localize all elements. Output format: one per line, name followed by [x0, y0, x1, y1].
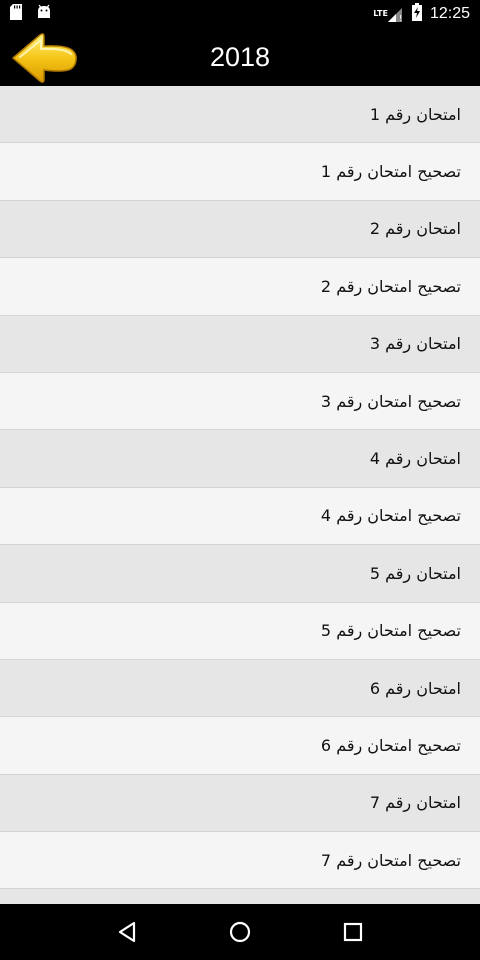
list-item-label: امتحان رقم 7	[369, 793, 461, 813]
list-item-label: تصحيح امتحان رقم 7	[320, 850, 461, 870]
list-item[interactable]: تصحيح امتحان رقم 7	[0, 832, 480, 890]
list-item[interactable]: امتحان رقم 6	[0, 659, 480, 718]
status-bar: LTE ! 12:25	[0, 0, 480, 28]
list-item[interactable]: امتحان رقم 2	[0, 200, 480, 259]
nav-recents-button[interactable]	[333, 912, 373, 952]
list-item-label: تصحيح امتحان رقم 1	[320, 162, 461, 182]
list-item-label: امتحان رقم 2	[369, 219, 461, 239]
list-item-label: تصحيح امتحان رقم 6	[320, 735, 461, 755]
signal-icon: LTE !	[373, 6, 404, 22]
nav-home-button[interactable]	[220, 912, 260, 952]
list-item[interactable]: تصحيح امتحان رقم 4	[0, 487, 480, 546]
list-item-label: تصحيح امتحان رقم 4	[320, 506, 461, 526]
list-item[interactable]	[0, 889, 480, 904]
back-arrow-icon	[12, 33, 77, 83]
list-item-label: امتحان رقم 1	[369, 104, 461, 124]
list-item-label: امتحان رقم 5	[369, 563, 461, 583]
nav-back-icon	[118, 921, 135, 943]
nav-recents-icon	[344, 922, 363, 942]
svg-text:!: !	[399, 14, 402, 22]
list-item-label: تصحيح امتحان رقم 2	[320, 276, 461, 296]
app-bar: 2018	[0, 28, 480, 86]
battery-charging-icon	[411, 3, 422, 25]
list-item[interactable]: تصحيح امتحان رقم 2	[0, 258, 480, 316]
list-item-label: تصحيح امتحان رقم 5	[320, 621, 461, 641]
list-item-label: امتحان رقم 6	[369, 678, 461, 698]
list-item[interactable]: تصحيح امتحان رقم 6	[0, 717, 480, 775]
list-item-label: امتحان رقم 4	[369, 449, 461, 469]
nav-back-button[interactable]	[107, 912, 147, 952]
list-item[interactable]: امتحان رقم 4	[0, 430, 480, 488]
nav-home-icon	[229, 921, 251, 943]
list-item[interactable]: امتحان رقم 3	[0, 315, 480, 373]
network-type-label: LTE	[373, 9, 388, 18]
clock: 12:25	[429, 5, 470, 22]
list-item-label: تصحيح امتحان رقم 3	[320, 391, 461, 411]
exam-list: امتحان رقم 1 تصحيح امتحان رقم 1 امتحان ر…	[0, 86, 480, 904]
navigation-bar	[0, 904, 480, 960]
list-item[interactable]: امتحان رقم 7	[0, 774, 480, 833]
list-item[interactable]: تصحيح امتحان رقم 1	[0, 143, 480, 201]
list-item[interactable]: امتحان رقم 5	[0, 545, 480, 603]
list-item[interactable]: تصحيح امتحان رقم 5	[0, 602, 480, 660]
list-item-label: امتحان رقم 3	[369, 334, 461, 354]
list-item[interactable]: تصحيح امتحان رقم 3	[0, 372, 480, 431]
list-item[interactable]: امتحان رقم 1	[0, 86, 480, 144]
android-icon	[36, 4, 52, 24]
sd-card-icon	[10, 4, 22, 24]
back-button[interactable]	[10, 30, 80, 84]
